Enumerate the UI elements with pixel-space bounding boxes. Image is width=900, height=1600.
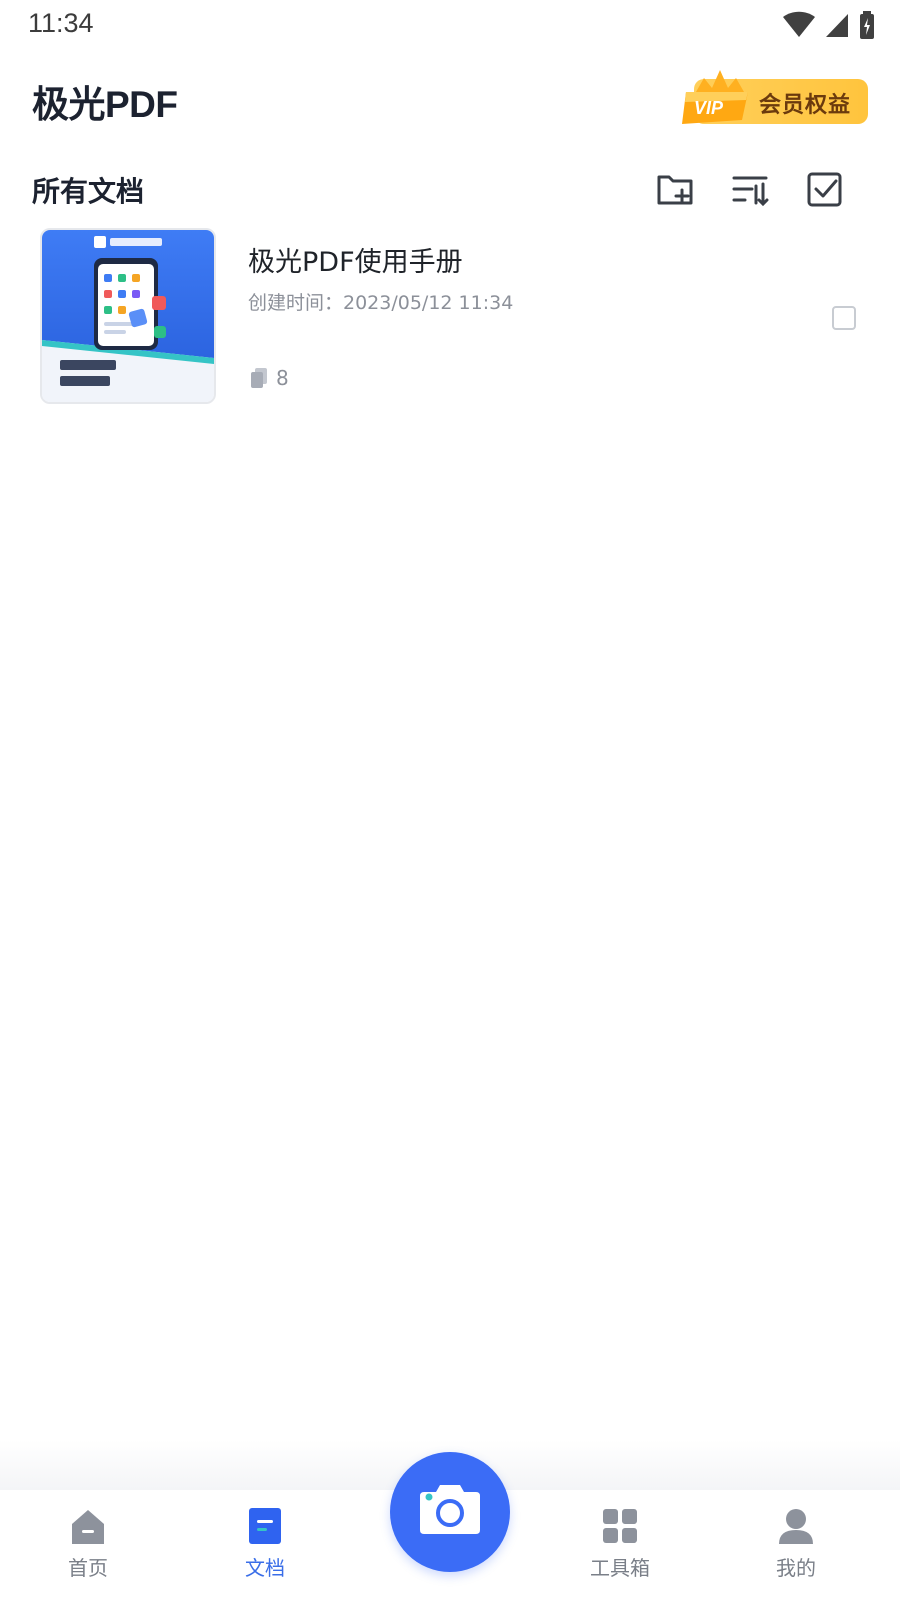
section-title: 所有文档 — [32, 175, 145, 208]
vip-benefits-button[interactable]: VIP 会员权益 — [682, 70, 868, 128]
nav-label-documents: 文档 — [245, 1556, 285, 1580]
nav-item-documents[interactable]: 文档 — [205, 1506, 325, 1586]
vip-label: 会员权益 — [759, 93, 852, 118]
status-icons — [782, 10, 876, 40]
nav-item-home[interactable]: 首页 — [28, 1506, 148, 1586]
new-folder-icon[interactable] — [656, 170, 694, 208]
nav-label-home: 首页 — [68, 1556, 108, 1580]
nav-item-toolbox[interactable]: 工具箱 — [560, 1506, 680, 1586]
camera-scan-button[interactable] — [390, 1452, 510, 1572]
document-title: 极光PDF使用手册 — [248, 247, 463, 278]
manual-cover-image — [42, 230, 214, 402]
profile-icon — [779, 1509, 813, 1544]
document-thumbnail — [40, 228, 216, 404]
status-bar: 11:34 — [0, 0, 900, 50]
sort-icon[interactable] — [731, 170, 769, 208]
status-time: 11:34 — [28, 8, 94, 38]
document-page-count: 8 — [250, 366, 289, 390]
vip-badge-text: VIP — [694, 98, 724, 118]
page-count-value: 8 — [276, 366, 289, 390]
toolbox-icon — [603, 1509, 637, 1543]
multi-select-icon[interactable] — [806, 170, 844, 208]
camera-icon — [420, 1485, 480, 1534]
signal-icon — [826, 14, 848, 37]
home-icon — [72, 1510, 104, 1544]
battery-icon — [860, 11, 874, 39]
document-created-time: 创建时间：2023/05/12 11:34 — [248, 292, 514, 314]
nav-label-profile: 我的 — [776, 1556, 816, 1580]
document-icon — [249, 1508, 281, 1544]
document-list-item[interactable]: 极光PDF使用手册 创建时间：2023/05/12 11:34 8 — [0, 222, 900, 406]
app-title: 极光PDF — [32, 84, 178, 125]
document-select-checkbox[interactable] — [832, 306, 856, 330]
wifi-icon — [783, 11, 815, 37]
nav-item-profile[interactable]: 我的 — [736, 1506, 856, 1586]
nav-label-toolbox: 工具箱 — [590, 1556, 650, 1580]
pages-icon — [251, 368, 267, 388]
